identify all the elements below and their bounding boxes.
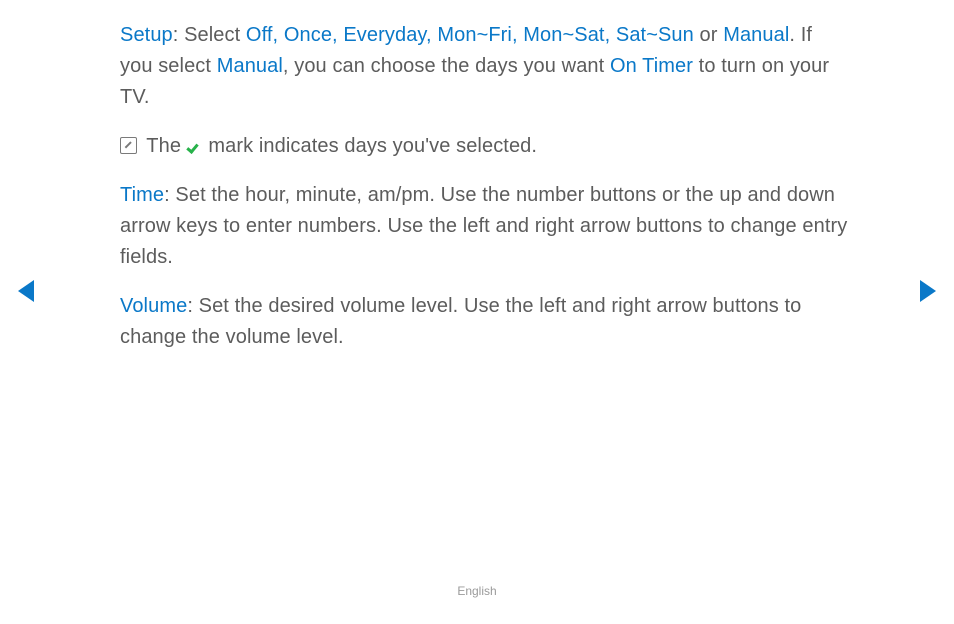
footer-language: English	[0, 584, 954, 598]
volume-paragraph: Volume: Set the desired volume level. Us…	[120, 291, 850, 361]
manual-page-content: Setup: Select Off, Once, Everyday, Mon~F…	[120, 20, 850, 371]
nav-next-arrow[interactable]	[920, 280, 936, 302]
setup-manual2: Manual	[217, 55, 283, 77]
note-post: mark indicates days you've selected.	[203, 135, 537, 157]
setup-ontimer: On Timer	[610, 55, 693, 77]
note-paragraph: The mark indicates days you've selected.	[120, 131, 850, 170]
setup-lead: : Select	[173, 24, 246, 46]
setup-manual: Manual	[723, 24, 789, 46]
setup-period: .	[789, 24, 795, 46]
setup-line2b: , you can choose the days you want	[283, 55, 610, 77]
time-label: Time	[120, 184, 164, 206]
setup-options: Off, Once, Everyday, Mon~Fri, Mon~Sat, S…	[246, 24, 694, 46]
nav-prev-arrow[interactable]	[18, 280, 34, 302]
setup-or: or	[694, 24, 723, 46]
setup-label: Setup	[120, 24, 173, 46]
volume-text: : Set the desired volume level. Use the …	[120, 295, 801, 348]
time-paragraph: Time: Set the hour, minute, am/pm. Use t…	[120, 180, 850, 281]
note-pre: The	[141, 135, 187, 157]
setup-paragraph: Setup: Select Off, Once, Everyday, Mon~F…	[120, 20, 850, 121]
time-text: : Set the hour, minute, am/pm. Use the n…	[120, 184, 847, 268]
check-icon	[187, 141, 203, 153]
volume-label: Volume	[120, 295, 187, 317]
note-icon	[120, 137, 137, 154]
